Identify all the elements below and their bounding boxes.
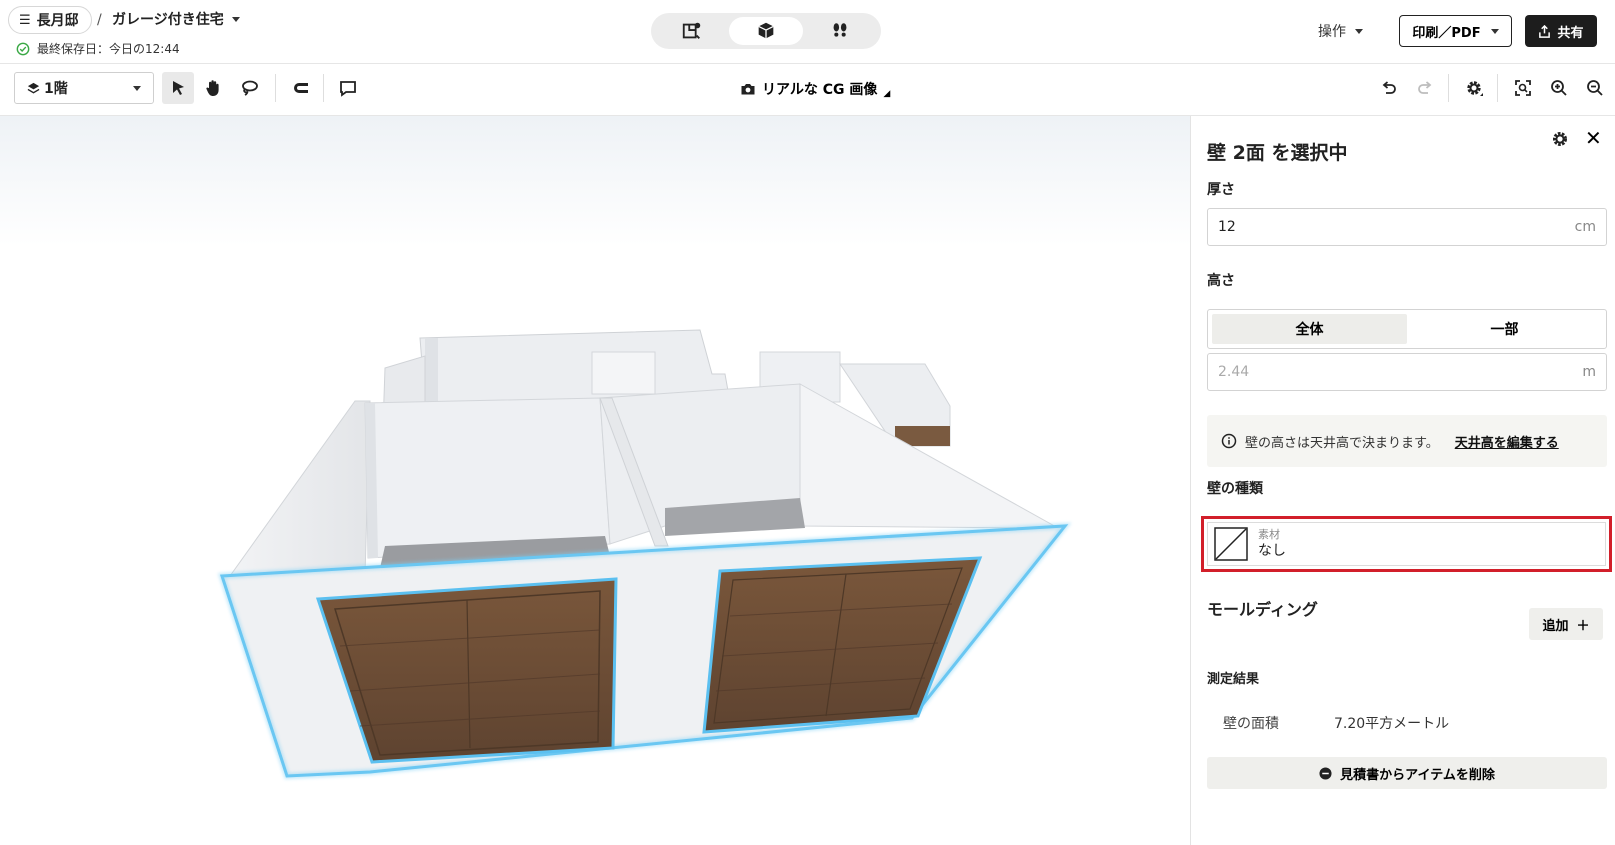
comment-tool-button[interactable] [332, 72, 364, 104]
thickness-label: 厚さ [1207, 182, 1235, 198]
comment-icon [340, 81, 356, 97]
breadcrumb-separator: / [97, 12, 102, 28]
wall-area-value: 7.20平方メートル [1334, 716, 1450, 732]
height-full-option[interactable]: 全体 [1212, 314, 1407, 344]
check-circle-icon [16, 42, 30, 55]
material-value: なし [1258, 543, 1286, 559]
undo-button[interactable] [1373, 72, 1405, 104]
operations-menu-button[interactable]: 操作 [1318, 18, 1363, 44]
settings-button[interactable] [1458, 72, 1490, 104]
zoom-out-icon [1587, 80, 1603, 96]
fit-view-button[interactable] [1507, 72, 1539, 104]
toolbar-divider [1497, 74, 1498, 102]
no-material-swatch-icon [1214, 527, 1248, 561]
focus-fit-icon [1515, 80, 1531, 96]
floorplan-2d-icon [682, 22, 701, 39]
editor-toolbar: 1階 リアルな CG 画像 ◢ [0, 64, 1615, 116]
hamburger-icon: ☰ [19, 12, 31, 28]
view-3d-button[interactable] [729, 17, 803, 45]
realistic-cg-button[interactable]: リアルな CG 画像 ◢ [740, 76, 890, 102]
molding-label: モールディング [1207, 600, 1318, 619]
pan-tool-button[interactable] [197, 72, 229, 104]
add-label: 追加 [1542, 618, 1569, 634]
share-button[interactable]: 共有 [1525, 15, 1597, 47]
print-pdf-button[interactable]: 印刷／PDF [1399, 15, 1512, 47]
height-input: 2.44 m [1207, 353, 1607, 391]
material-selector[interactable]: 素材 なし [1207, 522, 1606, 566]
height-mode-toggle: 全体 一部 [1207, 309, 1607, 349]
chevron-down-icon [1355, 28, 1363, 34]
view-2d-button[interactable] [655, 17, 729, 45]
zoom-in-icon [1551, 80, 1567, 96]
save-status: 最終保存日：今日の12:44 [16, 40, 180, 57]
height-value: 2.44 [1218, 364, 1250, 380]
view-mode-toggle [651, 13, 881, 49]
floor-label: 1階 [44, 81, 68, 97]
plus-icon: ＋ [1576, 618, 1590, 634]
add-molding-button[interactable]: 追加 ＋ [1529, 608, 1603, 640]
zoom-out-button[interactable] [1579, 72, 1611, 104]
project-owner: 長月邸 [36, 13, 79, 29]
lasso-tool-button[interactable] [233, 72, 265, 104]
toolbar-divider [275, 74, 276, 102]
cursor-arrow-icon [173, 81, 184, 95]
thickness-unit: cm [1574, 219, 1596, 235]
project-title-dropdown[interactable]: ガレージ付き住宅 [112, 9, 240, 29]
material-selector-highlight: 素材 なし [1201, 516, 1612, 572]
minus-circle-icon [1319, 766, 1332, 780]
footsteps-icon [833, 23, 847, 37]
project-menu-button[interactable]: ☰ 長月邸 [8, 6, 92, 34]
toolbar-divider [1448, 74, 1449, 102]
lasso-icon [242, 80, 258, 96]
3d-house-model[interactable] [0, 116, 1190, 845]
share-upload-icon [1539, 24, 1551, 38]
remove-from-estimate-button[interactable]: 見積書からアイテムを削除 [1207, 757, 1607, 789]
operations-label: 操作 [1318, 24, 1346, 40]
redo-button[interactable] [1409, 72, 1441, 104]
height-partial-option[interactable]: 一部 [1407, 314, 1602, 344]
redo-icon [1418, 81, 1432, 94]
top-header: ☰ 長月邸 / ガレージ付き住宅 最終保存日：今日の12:44 操作 印刷／PD… [0, 0, 1615, 64]
wall-area-label: 壁の面積 [1223, 716, 1279, 732]
share-label: 共有 [1557, 25, 1584, 41]
properties-panel: ✕ 壁 2面 を選択中 厚さ 12 cm 高さ 全体 一部 2.44 m 壁の高… [1190, 116, 1615, 845]
measurement-label: 測定結果 [1207, 672, 1260, 687]
undo-icon [1382, 81, 1396, 94]
remove-label: 見積書からアイテムを削除 [1340, 767, 1495, 783]
cube-3d-icon [758, 22, 774, 39]
walkthrough-button[interactable] [803, 17, 877, 45]
info-text: 壁の高さは天井高で決まります。 [1245, 435, 1439, 451]
height-unit: m [1582, 364, 1596, 380]
print-label: 印刷／PDF [1412, 25, 1481, 41]
magnet-icon [294, 83, 308, 93]
zoom-in-button[interactable] [1543, 72, 1575, 104]
toolbar-divider [323, 74, 324, 102]
corner-indicator-icon: ◢ [883, 89, 891, 99]
chevron-down-icon [1490, 28, 1499, 34]
project-title: ガレージ付き住宅 [112, 12, 224, 28]
gear-icon[interactable] [1551, 130, 1569, 148]
chevron-down-icon [231, 16, 240, 22]
height-info-note: 壁の高さは天井高で決まります。 天井高を編集する [1207, 415, 1607, 467]
select-tool-button[interactable] [162, 72, 194, 104]
material-label: 素材 [1258, 528, 1280, 541]
camera-icon [741, 84, 755, 95]
edit-ceiling-link[interactable]: 天井高を編集する [1455, 432, 1559, 451]
gear-icon [1467, 81, 1483, 96]
3d-viewport[interactable] [0, 116, 1190, 845]
save-status-text: 最終保存日：今日の12:44 [37, 42, 180, 56]
floor-selector[interactable]: 1階 [14, 72, 154, 104]
close-icon[interactable]: ✕ [1585, 128, 1602, 148]
cg-label: リアルな CG 画像 [762, 82, 878, 98]
thickness-input[interactable]: 12 cm [1207, 208, 1607, 246]
thickness-value: 12 [1218, 219, 1236, 235]
layers-icon [27, 82, 40, 93]
info-icon [1221, 433, 1237, 449]
panel-title: 壁 2面 を選択中 [1207, 142, 1348, 164]
hand-icon [206, 80, 219, 96]
wall-type-label: 壁の種類 [1207, 481, 1263, 497]
snap-tool-button[interactable] [284, 72, 316, 104]
height-label: 高さ [1207, 273, 1235, 289]
chevron-down-icon [133, 85, 141, 91]
